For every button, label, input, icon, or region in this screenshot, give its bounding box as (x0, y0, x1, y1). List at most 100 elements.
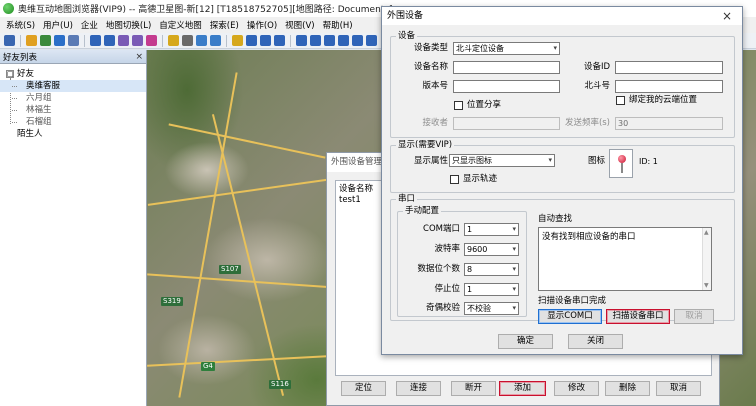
delete-button[interactable]: 删除 (605, 381, 650, 396)
draw-line-icon[interactable] (274, 35, 285, 46)
auto-search-result[interactable]: 没有找到相应设备的串口 ▲ ▼ (538, 227, 712, 291)
tree-group-strangers[interactable]: 陌生人 (0, 128, 146, 140)
menu-explore[interactable]: 探索(E) (206, 19, 243, 31)
close-icon[interactable]: × (135, 52, 143, 62)
collapse-icon[interactable]: □ (6, 69, 14, 78)
tree-item-friend[interactable]: 林福生 (0, 104, 146, 116)
display-attribute-select[interactable]: 只显示图标 ▾ (449, 154, 555, 167)
baud-rate-select[interactable]: 9600 ▾ (464, 243, 519, 256)
menu-map-switch[interactable]: 地图切换(L) (102, 19, 155, 31)
menu-help[interactable]: 帮助(H) (319, 19, 357, 31)
tree-group-friends[interactable]: □ 好友 (0, 68, 146, 80)
polyline-icon[interactable] (324, 35, 335, 46)
menu-user[interactable]: 用户(U) (39, 19, 77, 31)
modify-button[interactable]: 修改 (554, 381, 599, 396)
menu-view[interactable]: 视图(V) (281, 19, 318, 31)
data-bits-select[interactable]: 8 ▾ (464, 263, 519, 276)
save-icon[interactable] (4, 35, 15, 46)
show-com-button[interactable]: 显示COM口 (538, 309, 602, 324)
baud-rate-value: 9600 (467, 245, 488, 254)
chevron-down-icon: ▾ (548, 156, 552, 164)
grid-icon[interactable] (132, 35, 143, 46)
device-type-label: 设备类型 (413, 43, 448, 53)
display-group: 显示(需要VIP) 显示属性 只显示图标 ▾ 图标 ID: 1 显示轨迹 (390, 140, 735, 193)
show-track-checkbox[interactable] (450, 175, 459, 184)
bind-cloud-checkbox[interactable] (616, 96, 625, 105)
stop-bits-select[interactable]: 1 ▾ (464, 283, 519, 296)
redo-icon[interactable] (104, 35, 115, 46)
scissors-icon[interactable] (296, 35, 307, 46)
map-pin-icon (618, 155, 626, 163)
road-label: S116 (269, 380, 291, 389)
scroll-up-icon[interactable]: ▲ (704, 229, 709, 236)
scroll-down-icon[interactable]: ▼ (704, 282, 709, 289)
device-name-input[interactable] (453, 61, 560, 74)
parity-select[interactable]: 不校验 ▾ (464, 302, 519, 315)
com-port-label: COM端口 (423, 224, 460, 234)
menu-enterprise[interactable]: 企业 (77, 19, 102, 31)
device-id-input[interactable] (615, 61, 723, 74)
com-port-value: 1 (467, 225, 473, 234)
user-icon[interactable] (26, 35, 37, 46)
scan-serial-button[interactable]: 扫描设备串口 (606, 309, 670, 324)
close-button[interactable]: 关闭 (568, 334, 623, 349)
shape-icon[interactable] (146, 35, 157, 46)
marker-icon[interactable] (118, 35, 129, 46)
lightning-icon[interactable] (232, 35, 243, 46)
tree-item-friend[interactable]: 石榴组 (0, 116, 146, 128)
refresh-icon[interactable] (352, 35, 363, 46)
tree-group-label: 陌生人 (17, 129, 43, 139)
auto-search-result-text: 没有找到相应设备的串口 (542, 232, 636, 242)
beidou-input[interactable] (615, 80, 723, 93)
globe-icon[interactable] (54, 35, 65, 46)
tree-item-friend[interactable]: 奥维客服 (0, 80, 146, 92)
serial-group: 串口 手动配置 COM端口 1 ▾ 波特率 9600 ▾ 数据位个数 8 ▾ 停止位 … (390, 194, 735, 324)
scan-status-text: 扫描设备串口完成 (538, 296, 607, 306)
device-icon-picker[interactable] (609, 149, 633, 178)
locate-button[interactable]: 定位 (341, 381, 386, 396)
ok-button[interactable]: 确定 (498, 334, 553, 349)
tree-item-friend[interactable]: 六月组 (0, 92, 146, 104)
connect-button[interactable]: 连接 (396, 381, 441, 396)
data-bits-value: 8 (467, 265, 473, 274)
toolbar-separator (226, 34, 227, 47)
table-icon[interactable] (182, 35, 193, 46)
square-icon[interactable] (366, 35, 377, 46)
menu-custom-map[interactable]: 自定义地图 (155, 19, 206, 31)
share-location-checkbox[interactable] (454, 101, 463, 110)
measure-icon[interactable] (260, 35, 271, 46)
circle-icon[interactable] (338, 35, 349, 46)
com-port-select[interactable]: 1 ▾ (464, 223, 519, 236)
pencil-icon[interactable] (168, 35, 179, 46)
chevron-down-icon: ▾ (512, 285, 516, 293)
receiver-input (453, 117, 560, 130)
icon-id-label: ID: 1 (639, 157, 658, 166)
path-icon[interactable] (310, 35, 321, 46)
route-icon[interactable] (246, 35, 257, 46)
layers-icon[interactable] (40, 35, 51, 46)
device-type-select[interactable]: 北斗定位设备 ▾ (453, 42, 560, 55)
scrollbar[interactable]: ▲ ▼ (702, 228, 711, 290)
menu-operate[interactable]: 操作(O) (243, 19, 281, 31)
friend-name: 奥维客服 (26, 81, 61, 91)
friend-list-title: 好友列表 (3, 52, 38, 63)
manual-config-label: 手动配置 (403, 206, 442, 216)
device-id-label: 设备ID (583, 62, 610, 72)
3d-icon[interactable] (68, 35, 79, 46)
device-dialog-title: 外围设备 (382, 7, 742, 25)
close-icon[interactable]: × (722, 8, 732, 24)
cancel-button[interactable]: 取消 (656, 381, 701, 396)
grid-map-icon[interactable] (210, 35, 221, 46)
receiver-label: 接收者 (422, 118, 448, 128)
road-label: S319 (161, 297, 183, 306)
map-icon[interactable] (196, 35, 207, 46)
tree-group-label: 好友 (17, 69, 35, 79)
menu-system[interactable]: 系统(S) (2, 19, 39, 31)
undo-icon[interactable] (90, 35, 101, 46)
disconnect-button[interactable]: 断开 (451, 381, 496, 396)
chevron-down-icon: ▾ (512, 245, 516, 253)
friend-name: 石榴组 (26, 117, 52, 127)
version-input[interactable] (453, 80, 560, 93)
add-button[interactable]: 添加 (499, 381, 546, 396)
chevron-down-icon: ▾ (512, 225, 516, 233)
